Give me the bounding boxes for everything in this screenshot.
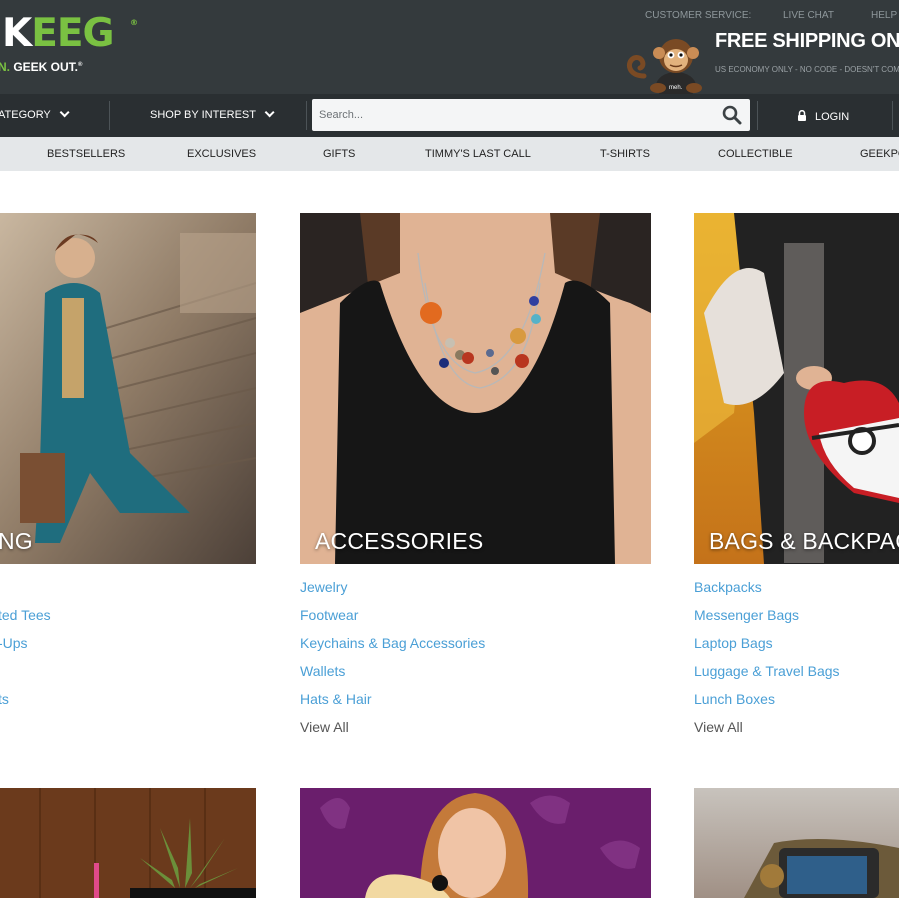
- monkey-mascot-icon: meh.: [626, 39, 702, 94]
- category-card-collectibles[interactable]: [694, 788, 899, 898]
- list-item: Luggage & Travel Bags: [694, 662, 840, 690]
- category-card-clothing[interactable]: NG: [0, 213, 256, 564]
- chevron-down-icon: [264, 107, 275, 118]
- list-item: Backpacks: [694, 578, 840, 606]
- list-item: Lunch Boxes: [694, 690, 840, 718]
- category-link-jewelry[interactable]: Jewelry: [300, 579, 347, 595]
- category-card-accessories[interactable]: ACCESSORIES: [300, 213, 651, 564]
- subnav-geekpo[interactable]: GEEKPO: [860, 149, 899, 160]
- tagline-white: GEEK OUT.: [13, 60, 79, 74]
- list-item: -Ups: [0, 634, 51, 662]
- category-card-bags-backpacks[interactable]: BAGS & BACKPACH: [694, 213, 899, 564]
- list-item: Laptop Bags: [694, 634, 840, 662]
- subnav-bestsellers[interactable]: BESTSELLERS: [47, 149, 125, 160]
- list-item: ts: [0, 690, 51, 718]
- list-item: View All: [694, 718, 840, 746]
- subnav-collectible[interactable]: COLLECTIBLE: [718, 149, 793, 160]
- nav-divider: [757, 101, 758, 130]
- list-item: [0, 718, 51, 746]
- tagline-mark: ®: [78, 62, 83, 68]
- category-caption: BAGS & BACKPACH: [709, 528, 899, 554]
- list-item: [0, 578, 51, 606]
- list-item: Wallets: [300, 662, 485, 690]
- category-caption: NG: [0, 528, 33, 554]
- category-link-keychains[interactable]: Keychains & Bag Accessories: [300, 635, 485, 651]
- category-link-backpacks[interactable]: Backpacks: [694, 579, 762, 595]
- logo-text-white: K: [2, 11, 32, 56]
- nav-divider: [306, 101, 307, 130]
- category-link-laptop-bags[interactable]: Laptop Bags: [694, 635, 773, 651]
- category-links-clothing: ted Tees -Ups ts: [0, 578, 51, 746]
- subnav-timmys-last-call[interactable]: TIMMY'S LAST CALL: [425, 149, 531, 160]
- category-image: [300, 213, 651, 564]
- category-links-accessories: Jewelry Footwear Keychains & Bag Accesso…: [300, 578, 485, 746]
- category-label: ATEGORY: [0, 109, 51, 121]
- logo-text-green: EEG: [31, 11, 114, 56]
- subnav-exclusives[interactable]: EXCLUSIVES: [187, 149, 256, 160]
- site-tagline: N. GEEK OUT.®: [0, 61, 82, 73]
- shop-by-interest-label: SHOP BY INTEREST: [150, 109, 256, 121]
- nav-divider: [892, 101, 893, 130]
- category-card-toys-plush[interactable]: [300, 788, 651, 898]
- help-link[interactable]: HELP: [871, 11, 897, 21]
- category-image: [694, 788, 899, 898]
- view-all-link[interactable]: View All: [300, 719, 349, 735]
- nav-divider: [109, 101, 110, 130]
- subnav-t-shirts[interactable]: T-SHIRTS: [600, 149, 650, 160]
- tagline-green: N.: [0, 60, 10, 74]
- view-all-link[interactable]: View All: [694, 719, 743, 735]
- customer-service-label: CUSTOMER SERVICE:: [645, 10, 752, 21]
- search-box: [312, 99, 750, 131]
- site-header: KEEG ® N. GEEK OUT.® CUSTOMER SERVICE: L…: [0, 0, 899, 94]
- free-shipping-banner[interactable]: FREE SHIPPING ON C: [715, 31, 899, 51]
- category-link[interactable]: ted Tees: [0, 607, 51, 623]
- category-link-luggage-travel[interactable]: Luggage & Travel Bags: [694, 663, 840, 679]
- category-image: [694, 213, 899, 564]
- list-item: [0, 662, 51, 690]
- login-link[interactable]: LOGIN: [797, 109, 850, 123]
- live-chat-link[interactable]: LIVE CHAT: [783, 11, 834, 21]
- search-icon[interactable]: [722, 105, 742, 125]
- list-item: Footwear: [300, 606, 485, 634]
- category-links-bags: Backpacks Messenger Bags Laptop Bags Lug…: [694, 578, 840, 746]
- category-link-messenger-bags[interactable]: Messenger Bags: [694, 607, 799, 623]
- list-item: Messenger Bags: [694, 606, 840, 634]
- category-image: [0, 788, 256, 898]
- list-item: Jewelry: [300, 578, 485, 606]
- category-link[interactable]: -Ups: [0, 635, 28, 651]
- site-logo[interactable]: KEEG ®: [2, 11, 138, 56]
- logo-trademark: ®: [130, 18, 138, 27]
- list-item: ted Tees: [0, 606, 51, 634]
- shipping-details: US ECONOMY ONLY - NO CODE - DOESN'T COMB: [715, 65, 899, 74]
- chevron-down-icon: [59, 107, 70, 118]
- list-item: View All: [300, 718, 485, 746]
- category-link-wallets[interactable]: Wallets: [300, 663, 345, 679]
- category-card-home-office[interactable]: [0, 788, 256, 898]
- list-item: Hats & Hair: [300, 690, 485, 718]
- main-nav: ATEGORY SHOP BY INTEREST LOGIN: [0, 94, 899, 137]
- shop-by-category-dropdown[interactable]: ATEGORY: [0, 107, 70, 121]
- list-item: Keychains & Bag Accessories: [300, 634, 485, 662]
- secondary-nav: BESTSELLERS EXCLUSIVES GIFTS TIMMY'S LAS…: [0, 137, 899, 171]
- category-link-lunch-boxes[interactable]: Lunch Boxes: [694, 691, 775, 707]
- category-image: [300, 788, 651, 898]
- search-input[interactable]: [312, 99, 719, 131]
- login-label: LOGIN: [815, 111, 850, 123]
- category-link-hats-hair[interactable]: Hats & Hair: [300, 691, 372, 707]
- category-caption: ACCESSORIES: [315, 528, 484, 554]
- subnav-gifts[interactable]: GIFTS: [323, 149, 355, 160]
- lock-icon: [798, 109, 806, 121]
- mascot-shirt-text: meh.: [669, 85, 683, 91]
- shop-by-interest-dropdown[interactable]: SHOP BY INTEREST: [150, 107, 275, 121]
- category-image: [0, 213, 256, 564]
- category-link-footwear[interactable]: Footwear: [300, 607, 358, 623]
- category-link[interactable]: ts: [0, 691, 9, 707]
